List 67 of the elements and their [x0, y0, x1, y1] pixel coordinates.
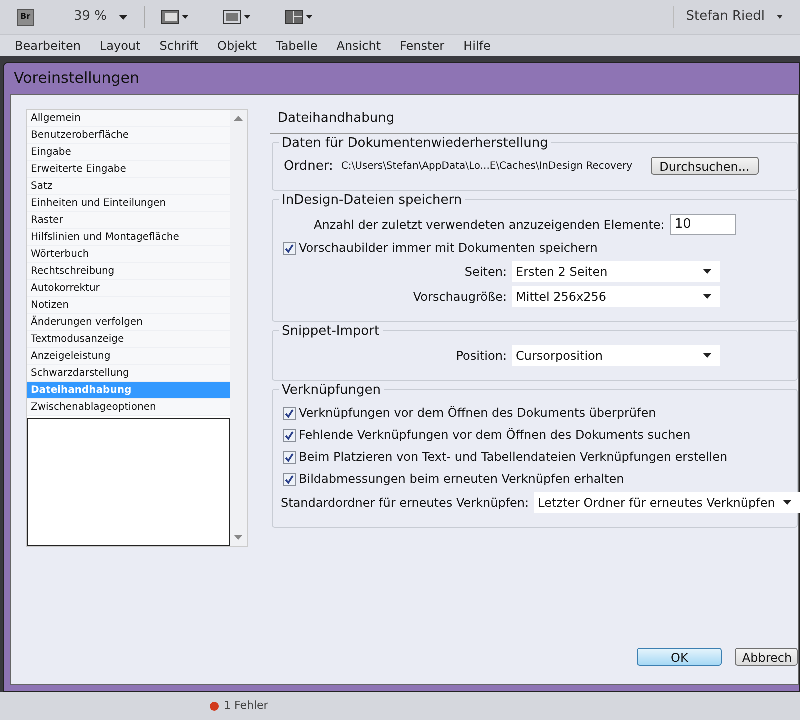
field-label: Seiten:	[464, 264, 507, 280]
checkbox[interactable]	[283, 428, 296, 442]
scrollbar[interactable]	[230, 110, 247, 546]
browse-button[interactable]: Durchsuchen...	[650, 157, 759, 176]
caret-icon[interactable]	[777, 15, 783, 19]
scroll-down-icon[interactable]	[234, 535, 243, 540]
menu-item[interactable]: Ansicht	[336, 36, 382, 54]
checkbox-label[interactable]: Bildabmessungen beim erneuten Verknüpfen erhalten	[299, 470, 624, 488]
dropdown-caret-icon	[703, 353, 712, 358]
category-item[interactable]: Erweiterte Eingabe	[27, 161, 230, 178]
category-item[interactable]: Wörterbuch	[27, 246, 230, 263]
checkbox-label[interactable]: Fehlende Verknüpfungen vor dem Öffnen des Dokuments suchen	[299, 426, 691, 444]
checkbox-label[interactable]: Vorschaubilder immer mit Dokumenten speichern	[299, 239, 598, 257]
checkbox-label[interactable]: Beim Platzieren von Text- und Tabellendateien Verknüpfungen erstellen	[299, 448, 728, 466]
menu-item[interactable]: Schrift	[160, 36, 199, 54]
error-count[interactable]: 1 Fehler	[224, 698, 268, 714]
display-mode-icon[interactable]	[223, 10, 254, 24]
category-item[interactable]: Zwischenablageoptionen	[27, 399, 230, 416]
field-label: Anzahl der zuletzt verwendeten anzuzeigenden Elemente:	[314, 216, 665, 234]
category-item[interactable]: Benutzeroberfläche	[27, 127, 230, 144]
dropdown-caret-icon	[119, 14, 128, 20]
bridge-button[interactable]: Br	[17, 8, 34, 26]
dropdown[interactable]: Mittel 256x256	[512, 286, 720, 307]
category-item[interactable]: Anzeigeleistung	[27, 348, 230, 365]
checkbox[interactable]	[283, 472, 296, 486]
folder-path: C:\Users\Stefan\AppData\Lo...E\Caches\InDesign Recovery	[341, 160, 633, 174]
scroll-up-icon[interactable]	[234, 116, 243, 121]
menu-item[interactable]: Layout	[100, 36, 141, 54]
layout-icon[interactable]	[285, 10, 316, 24]
category-item[interactable]: Hilfslinien und Montagefläche	[27, 229, 230, 246]
menu-item[interactable]: Bearbeiten	[15, 36, 81, 54]
checkbox[interactable]	[283, 406, 296, 420]
field-label: Standardordner für erneutes Verknüpfen:	[281, 494, 530, 512]
menu-item[interactable]: Fenster	[400, 36, 445, 54]
screen-mode-icon[interactable]	[161, 10, 192, 24]
checkbox-label[interactable]: Verknüpfungen vor dem Öffnen des Dokuments überprüfen	[299, 404, 656, 422]
category-item[interactable]: Autokorrektur	[27, 280, 230, 297]
category-item[interactable]: Änderungen verfolgen	[27, 314, 230, 331]
menu-item[interactable]: Tabelle	[276, 36, 318, 54]
category-item[interactable]: Einheiten und Einteilungen	[27, 195, 230, 212]
dialog-title: Voreinstellungen	[14, 68, 140, 90]
category-item[interactable]: Notizen	[27, 297, 230, 314]
menu-item[interactable]: Hilfe	[464, 36, 491, 54]
field-label: Ordner:	[284, 158, 334, 176]
category-item[interactable]: Raster	[27, 212, 230, 229]
category-item[interactable]: Eingabe	[27, 144, 230, 161]
dropdown-caret-icon	[703, 269, 712, 274]
checkbox[interactable]	[283, 242, 296, 254]
dropdown-caret-icon	[783, 500, 792, 505]
category-item[interactable]: Rechtschreibung	[27, 263, 230, 280]
menu-item[interactable]: Objekt	[218, 36, 257, 54]
user-name[interactable]: Stefan Riedl	[686, 7, 765, 27]
category-item[interactable]: Allgemein	[27, 110, 230, 127]
dropdown-caret-icon	[703, 294, 712, 299]
field-label: Vorschaugröße:	[412, 288, 507, 306]
zoom-dropdown[interactable]: 39 %	[74, 7, 128, 27]
category-item[interactable]: Schwarzdarstellung	[27, 365, 230, 382]
category-item[interactable]: Textmodusanzeige	[27, 331, 230, 348]
category-item[interactable]: Satz	[27, 178, 230, 195]
number-field[interactable]: 10	[670, 214, 736, 235]
field-label: Position:	[455, 348, 507, 364]
checkbox[interactable]	[283, 450, 296, 464]
dropdown[interactable]: Letzter Ordner für erneutes Verknüpfen	[534, 492, 800, 513]
dialog-button[interactable]: OK	[637, 648, 722, 666]
dialog-button[interactable]: Abbrech	[735, 648, 798, 666]
dropdown[interactable]: Ersten 2 Seiten	[512, 261, 720, 282]
dropdown[interactable]: Cursorposition	[512, 345, 720, 366]
